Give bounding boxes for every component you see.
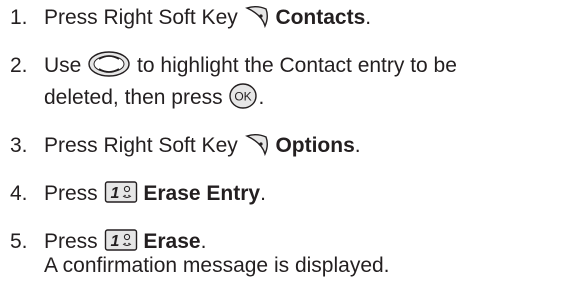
step-text: Use to highlight the Contact entry to be	[44, 50, 457, 81]
step-text-after: .	[365, 6, 372, 29]
step-number: 4.	[10, 182, 28, 205]
step-text-bold: Options	[275, 134, 355, 157]
step-number: 1.	[10, 6, 28, 29]
one-key-icon: 1	[104, 228, 138, 252]
step-text: Press 1 Erase Entry.	[44, 178, 266, 209]
step-text-line2-text: deleted, then press	[44, 86, 223, 109]
step-text-bold: Contacts	[275, 6, 366, 29]
step-text: Press Right Soft Key Options.	[44, 130, 361, 161]
right-soft-key-icon	[244, 4, 270, 29]
ok-key-icon: OK	[228, 82, 258, 110]
step-text-use: Use	[44, 54, 82, 77]
step-text-bold: Erase Entry	[143, 182, 261, 205]
step-number: 3.	[10, 134, 28, 157]
step-number: 2.	[10, 54, 28, 77]
step-text-before: Press Right Soft Key	[44, 6, 238, 29]
one-key-label: 1	[110, 185, 119, 202]
step-number: 5.	[10, 230, 28, 253]
step-text-before: Press	[44, 182, 98, 205]
nav-up-down-key-icon	[87, 50, 131, 78]
step-text-before: Press Right Soft Key	[44, 134, 238, 157]
step-text-line2: deleted, then press OK .	[44, 82, 264, 113]
step-text-mid: to highlight the Contact entry to be	[137, 54, 457, 77]
right-soft-key-icon	[244, 132, 270, 157]
step-text-end: .	[258, 86, 265, 109]
instruction-steps: 1. Press Right Soft Key Contacts. 2. Use	[0, 0, 578, 280]
one-key-icon: 1	[104, 180, 138, 204]
one-key-label: 1	[110, 233, 119, 250]
step-text-after: .	[354, 134, 361, 157]
step-text-after: .	[260, 182, 266, 205]
step-text: Press Right Soft Key Contacts.	[44, 2, 371, 33]
ok-key-label: OK	[235, 90, 252, 104]
step-text-line2: A confirmation message is displayed.	[44, 254, 390, 277]
